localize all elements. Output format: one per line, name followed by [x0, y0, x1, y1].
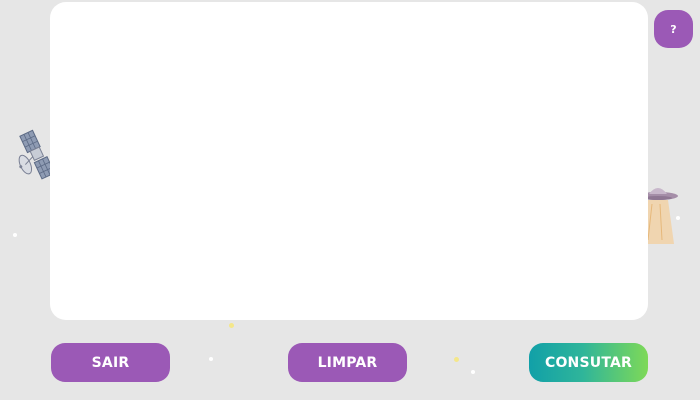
star-icon	[471, 370, 475, 374]
help-button[interactable]: ?	[654, 10, 693, 48]
clear-button[interactable]: LIMPAR	[288, 343, 407, 382]
clear-button-label: LIMPAR	[317, 354, 378, 371]
exit-button[interactable]: SAIR	[51, 343, 170, 382]
content-panel	[50, 2, 648, 320]
exit-button-label: SAIR	[91, 354, 130, 371]
help-button-label: ?	[670, 22, 677, 36]
star-icon	[209, 357, 213, 361]
star-icon	[454, 357, 459, 362]
star-icon	[13, 233, 17, 237]
star-icon	[229, 323, 234, 328]
star-icon	[676, 216, 680, 220]
query-button[interactable]: CONSUTAR	[529, 343, 648, 382]
query-button-label: CONSUTAR	[544, 354, 633, 371]
